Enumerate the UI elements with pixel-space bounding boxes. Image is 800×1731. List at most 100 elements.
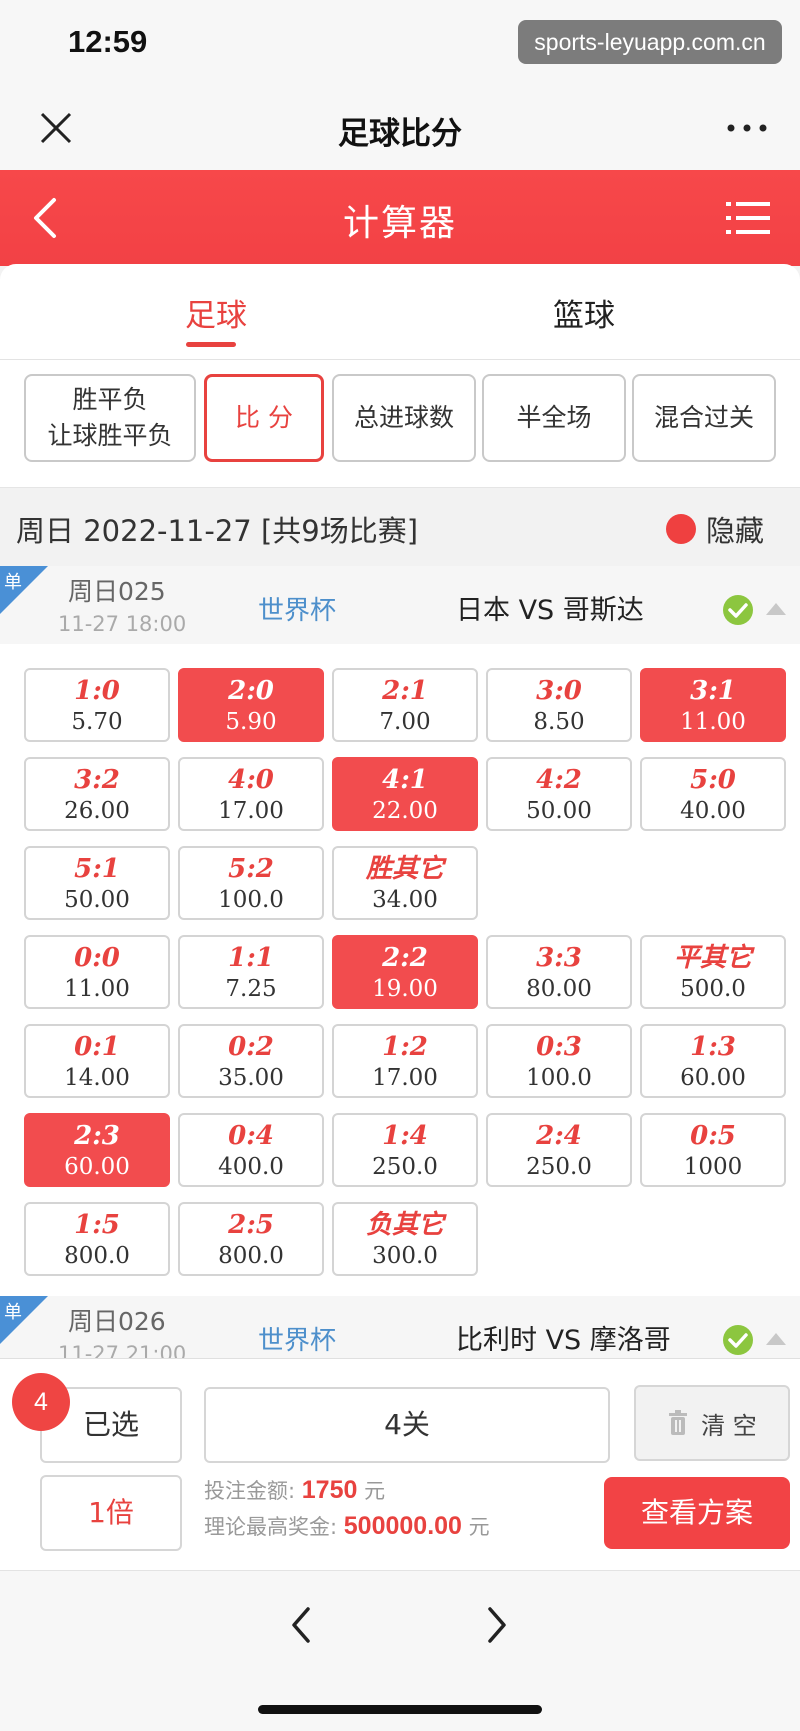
score-odds-cell[interactable]: 3:2 26.00 [24,757,170,831]
score-odds-cell[interactable]: 2:3 60.00 [24,1113,170,1187]
odds-value: 100.0 [526,1065,592,1091]
odds-value: 1000 [683,1154,743,1180]
score-odds-cell[interactable]: 0:4 400.0 [178,1113,324,1187]
play-type-row: 胜平负 让球胜平负 比 分 总进球数 半全场 混合过关 [0,360,800,488]
score-odds-cell[interactable]: 3:0 8.50 [486,668,632,742]
header-title: 计算器 [342,203,457,244]
score-odds-cell[interactable]: 1:3 60.00 [640,1024,786,1098]
clear-button[interactable]: 清 空 [634,1385,790,1461]
match-number: 周日025 [68,577,166,606]
score-label: 负其它 [365,1210,444,1240]
play-type-label: 半全场 [516,403,592,432]
tab-football[interactable]: 足球 [136,290,296,335]
play-type-half-full[interactable]: 半全场 [482,374,626,462]
max-prize-line: 理论最高奖金: 500000.00 元 [204,1511,490,1541]
score-label: 0:4 [228,1121,274,1151]
score-odds-cell[interactable]: 5:0 40.00 [640,757,786,831]
match-header[interactable]: 单 周日026 11-27 21:00 世界杯 比利时 VS 摩洛哥 [0,1296,800,1358]
odds-value: 500.0 [680,976,746,1002]
score-odds-cell[interactable]: 2:2 19.00 [332,935,478,1009]
odds-value: 7.00 [379,709,431,735]
play-type-label: 胜平负 [72,385,148,414]
score-label: 0:5 [690,1121,736,1151]
match-time: 11-27 18:00 [58,612,187,636]
score-odds-cell[interactable]: 1:2 17.00 [332,1024,478,1098]
browser-nav-bar [0,1570,800,1731]
score-odds-cell[interactable]: 2:0 5.90 [178,668,324,742]
collapse-up-icon[interactable] [764,1330,788,1348]
score-odds-cell[interactable]: 5:2 100.0 [178,846,324,920]
score-odds-cell[interactable]: 1:1 7.25 [178,935,324,1009]
bet-amount-line: 投注金额: 1750 元 [204,1475,385,1505]
score-odds-cell[interactable]: 0:2 35.00 [178,1024,324,1098]
score-label: 1:3 [690,1032,736,1062]
score-odds-cell[interactable]: 3:1 11.00 [640,668,786,742]
check-icon[interactable] [722,1324,754,1356]
score-odds-cell[interactable]: 1:5 800.0 [24,1202,170,1276]
score-odds-cell[interactable]: 0:1 14.00 [24,1024,170,1098]
calculator-header: 计算器 [0,170,800,266]
odds-value: 50.00 [526,798,592,824]
score-label: 3:3 [536,943,582,973]
odds-value: 400.0 [218,1154,284,1180]
score-odds-cell[interactable]: 4:1 22.00 [332,757,478,831]
single-tag-icon: 单 [0,1296,48,1344]
odds-value: 60.00 [64,1154,130,1180]
score-odds-grid: 1:0 5.70 2:0 5.90 2:1 7.00 3:0 8.50 3:1 11.00 3:2 2… [0,644,800,1296]
score-label: 1:0 [74,676,120,706]
odds-value: 19.00 [372,976,438,1002]
play-type-total-goals[interactable]: 总进球数 [332,374,476,462]
score-odds-cell[interactable]: 4:2 50.00 [486,757,632,831]
bet-amount-label: 投注金额: [204,1479,296,1503]
odds-value: 34.00 [372,887,438,913]
menu-list-icon[interactable] [724,194,772,242]
sport-tabs: 足球 篮球 [0,264,800,360]
match-header[interactable]: 单 周日025 11-27 18:00 世界杯 日本 VS 哥斯达 [0,566,800,644]
multiple-selector[interactable]: 1倍 [40,1475,182,1551]
score-odds-cell[interactable]: 5:1 50.00 [24,846,170,920]
score-odds-cell[interactable]: 3:3 80.00 [486,935,632,1009]
score-label: 0:1 [74,1032,120,1062]
odds-value: 60.00 [680,1065,746,1091]
home-indicator [258,1705,542,1714]
score-odds-cell[interactable]: 0:5 1000 [640,1113,786,1187]
score-odds-cell[interactable]: 0:0 11.00 [24,935,170,1009]
tab-basketball[interactable]: 篮球 [504,290,664,335]
score-odds-cell[interactable]: 4:0 17.00 [178,757,324,831]
collapse-up-icon[interactable] [764,600,788,618]
score-label: 4:1 [382,765,428,795]
odds-value: 7.25 [225,976,277,1002]
score-odds-cell[interactable]: 2:4 250.0 [486,1113,632,1187]
chevron-right-icon[interactable] [478,1603,514,1647]
nav-bar: 足球比分 [0,88,800,170]
more-icon[interactable] [724,108,770,148]
hide-toggle[interactable]: 隐藏 [706,508,764,550]
score-label: 5:1 [74,854,120,884]
view-plan-button[interactable]: 查看方案 [604,1477,790,1549]
score-odds-cell[interactable]: 0:3 100.0 [486,1024,632,1098]
odds-value: 14.00 [64,1065,130,1091]
hide-dot-icon[interactable] [666,514,696,544]
odds-value: 800.0 [218,1243,284,1269]
pass-type-selector[interactable]: 4关 [204,1387,610,1463]
single-tag-text: 单 [4,1302,22,1323]
odds-value: 40.00 [680,798,746,824]
play-type-win-draw-lose[interactable]: 胜平负 让球胜平负 [24,374,196,462]
score-label: 2:0 [228,676,274,706]
score-odds-cell[interactable]: 1:4 250.0 [332,1113,478,1187]
score-label: 平其它 [673,943,752,973]
score-odds-cell[interactable]: 1:0 5.70 [24,668,170,742]
score-label: 2:1 [382,676,428,706]
score-odds-cell[interactable]: 胜其它 34.00 [332,846,478,920]
play-type-mixed[interactable]: 混合过关 [632,374,776,462]
status-bar: 12:59 sports-leyuapp.com.cn [0,0,800,88]
score-odds-cell[interactable]: 平其它 500.0 [640,935,786,1009]
score-odds-cell[interactable]: 负其它 300.0 [332,1202,478,1276]
score-odds-cell[interactable]: 2:5 800.0 [178,1202,324,1276]
match-number: 周日026 [68,1307,166,1336]
chevron-left-icon[interactable] [284,1603,320,1647]
max-prize-label: 理论最高奖金: [204,1515,338,1539]
check-icon[interactable] [722,594,754,626]
play-type-score[interactable]: 比 分 [204,374,324,462]
score-odds-cell[interactable]: 2:1 7.00 [332,668,478,742]
